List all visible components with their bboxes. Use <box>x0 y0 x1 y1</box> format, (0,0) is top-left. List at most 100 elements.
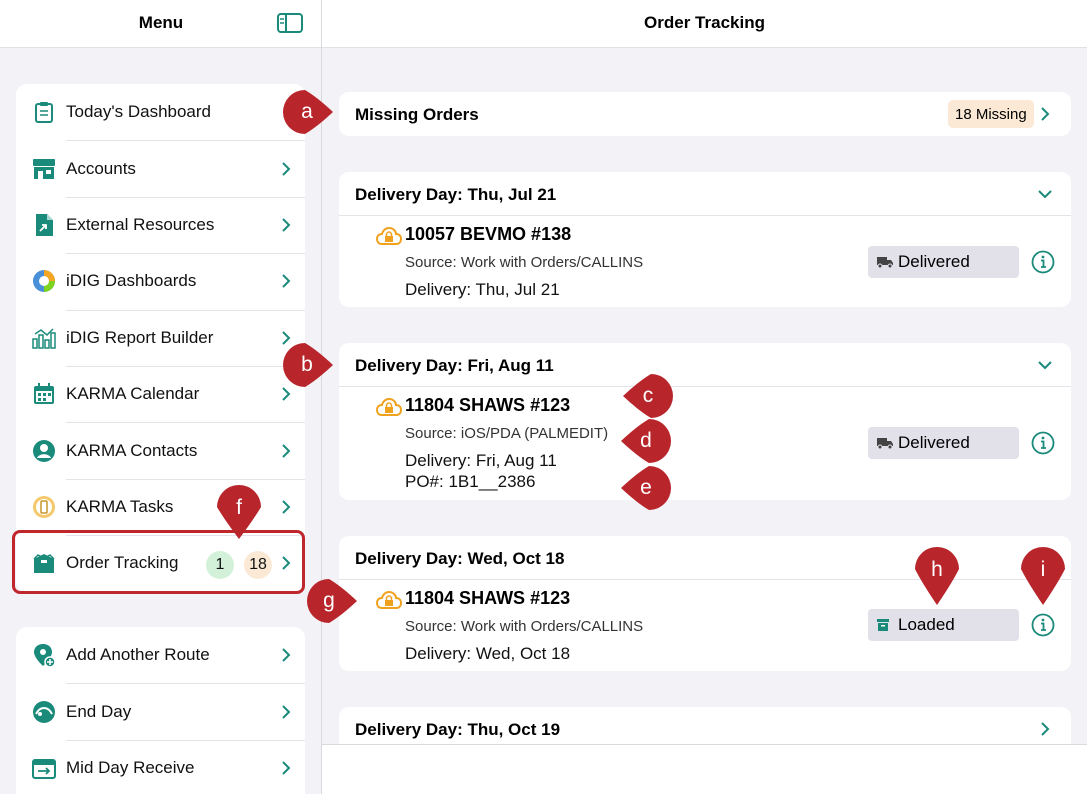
callout-label: a <box>301 100 313 123</box>
chevron-right-icon <box>282 218 291 232</box>
route-pin-icon <box>31 643 56 668</box>
missing-orders-label: Missing Orders <box>355 105 479 124</box>
bottom-toolbar <box>322 744 1087 794</box>
chevron-right-icon <box>282 161 291 176</box>
sidebar-item-label: Today's Dashboard <box>66 102 211 122</box>
callout-label: c <box>642 384 654 407</box>
delivery-day-title: Delivery Day: Thu, Oct 19 <box>355 720 561 739</box>
order-name: 11804 SHAWS #123 <box>405 588 571 608</box>
delivery-day-header[interactable]: Delivery Day: Thu, Jul 21 <box>339 172 1071 216</box>
chevron-right-icon <box>282 500 291 514</box>
delivery-day-title: Delivery Day: Wed, Oct 18 <box>355 549 565 568</box>
cloud-lock-icon <box>376 590 402 609</box>
info-icon[interactable] <box>1031 250 1055 274</box>
sidebar-item-mid-day-receive[interactable]: Mid Day Receive <box>16 739 305 794</box>
cloud-lock-icon <box>376 226 402 245</box>
sidebar-item-karma-contacts[interactable]: KARMA Contacts <box>16 422 305 478</box>
chevron-down-icon <box>1038 190 1052 199</box>
delivery-day-title: Delivery Day: Fri, Aug 11 <box>355 356 554 375</box>
sidebar-item-accounts[interactable]: Accounts <box>16 140 305 196</box>
callout-label: d <box>640 429 652 452</box>
callout-label: f <box>236 496 242 519</box>
chevron-right-icon <box>1041 722 1050 736</box>
order-name: 11804 SHAWS #123 <box>405 395 571 415</box>
chevron-right-icon <box>282 274 291 289</box>
order-source: Source: Work with Orders/CALLINS <box>405 618 644 635</box>
delivery-day-header[interactable]: Delivery Day: Wed, Oct 18 <box>339 536 1071 580</box>
sidebar-item-label: End Day <box>66 701 132 721</box>
order-source: Source: iOS/PDA (PALMEDIT) <box>405 425 609 442</box>
bar-chart-icon <box>31 325 56 350</box>
sidebar-title: Menu <box>138 13 184 32</box>
sidebar-item-label: iDIG Dashboards <box>66 271 197 291</box>
sidebar-item-label: Accounts <box>66 158 136 178</box>
person-icon <box>31 438 56 463</box>
info-icon[interactable] <box>1031 613 1055 637</box>
missing-orders-row[interactable]: Missing Orders 18 Missing <box>339 92 1071 136</box>
receive-calendar-icon <box>31 755 56 780</box>
sidebar-item-karma-calendar[interactable]: KARMA Calendar <box>16 365 305 422</box>
end-day-icon <box>31 699 56 724</box>
info-icon[interactable] <box>1031 431 1055 455</box>
status-label: Loaded <box>898 615 955 634</box>
status-label: Delivered <box>898 433 970 452</box>
external-doc-icon <box>31 212 56 237</box>
delivery-truck-icon <box>876 254 894 270</box>
missing-count-badge: 18 Missing <box>948 100 1034 128</box>
sidebar-header: Menu <box>0 0 321 48</box>
sidebar-item-todays-dashboard[interactable]: Today's Dashboard <box>16 84 305 140</box>
pie-chart-icon <box>31 269 56 294</box>
callout-label: h <box>931 558 943 581</box>
status-label: Delivered <box>898 252 970 271</box>
callout-label: i <box>1040 558 1046 581</box>
main-header: Order Tracking <box>322 0 1087 48</box>
sidebar-toggle-icon[interactable] <box>277 13 303 33</box>
sidebar-item-label: KARMA Calendar <box>66 384 200 404</box>
sidebar-item-label: Mid Day Receive <box>66 757 195 777</box>
order-source: Source: Work with Orders/CALLINS <box>405 254 644 271</box>
order-name: 10057 BEVMO #138 <box>405 224 572 244</box>
sidebar: Menu Today's Dashboard Accounts External… <box>0 0 322 794</box>
sidebar-item-label: Add Another Route <box>66 645 210 665</box>
chevron-right-icon <box>282 648 291 662</box>
cloud-lock-icon <box>376 397 402 416</box>
delivery-day-card: Delivery Day: Wed, Oct 18 11804 SHAWS #1… <box>339 536 1071 671</box>
sidebar-item-end-day[interactable]: End Day <box>16 683 305 739</box>
order-row[interactable]: 11804 SHAWS #123 Source: Work with Order… <box>339 580 1071 671</box>
status-badge: Delivered <box>868 427 1019 459</box>
status-badge: Delivered <box>868 246 1019 278</box>
delivery-day-header[interactable]: Delivery Day: Fri, Aug 11 <box>339 343 1071 387</box>
callout-label: g <box>323 589 335 612</box>
sidebar-item-external-resources[interactable]: External Resources <box>16 196 305 253</box>
chevron-right-icon <box>282 704 291 719</box>
sidebar-item-label: KARMA Contacts <box>66 440 198 460</box>
clipboard-icon <box>31 100 56 125</box>
callout-label: b <box>301 353 313 376</box>
delivery-day-card: Delivery Day: Fri, Aug 11 11804 SHAWS #1… <box>339 343 1071 500</box>
sidebar-item-idig-report-builder[interactable]: iDIG Report Builder <box>16 309 305 366</box>
order-row[interactable]: 11804 SHAWS #123 Source: iOS/PDA (PALMED… <box>339 387 1071 500</box>
sidebar-item-label: KARMA Tasks <box>66 496 174 516</box>
calendar-icon <box>31 382 56 407</box>
chevron-right-icon <box>282 761 291 775</box>
order-delivery: Delivery: Thu, Jul 21 <box>405 280 560 299</box>
callout-label: e <box>640 476 652 499</box>
sidebar-item-label: iDIG Report Builder <box>66 327 214 347</box>
sidebar-item-add-another-route[interactable]: Add Another Route <box>16 627 305 683</box>
chevron-right-icon <box>1041 107 1050 121</box>
order-po-number: PO#: 1B1__2386 <box>405 472 536 491</box>
chevron-down-icon <box>1038 361 1052 370</box>
store-icon <box>31 156 56 181</box>
box-icon <box>876 617 894 633</box>
sidebar-item-idig-dashboards[interactable]: iDIG Dashboards <box>16 253 305 309</box>
order-row[interactable]: 10057 BEVMO #138 Source: Work with Order… <box>339 216 1071 307</box>
delivery-truck-icon <box>876 435 894 451</box>
menu-group-secondary: Add Another Route End Day Mid Day Receiv… <box>16 627 305 794</box>
order-delivery: Delivery: Fri, Aug 11 <box>405 451 557 470</box>
status-badge: Loaded <box>868 609 1019 641</box>
page-title: Order Tracking <box>644 13 765 32</box>
delivery-day-title: Delivery Day: Thu, Jul 21 <box>355 185 557 204</box>
chevron-right-icon <box>282 443 291 458</box>
main-panel: Order Tracking Missing Orders 18 Missing… <box>322 0 1087 794</box>
sidebar-item-label: External Resources <box>66 214 215 234</box>
